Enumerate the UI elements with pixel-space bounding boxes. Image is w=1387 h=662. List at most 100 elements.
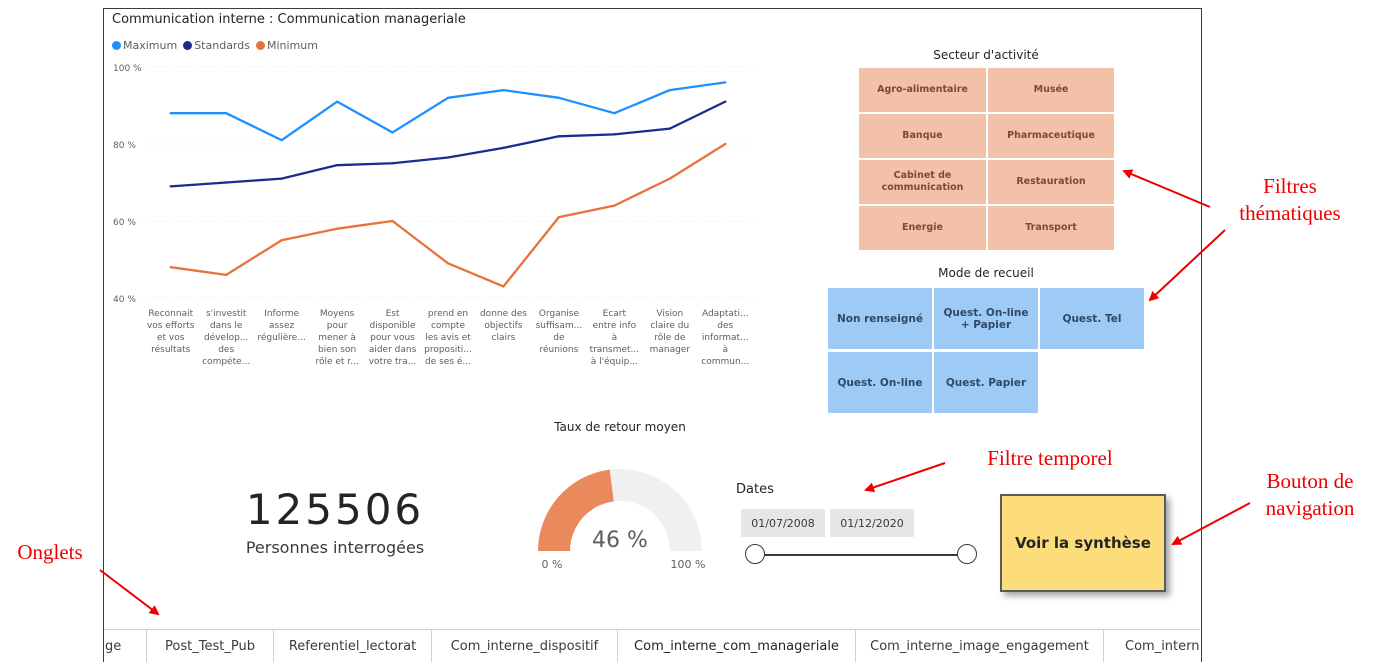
- mode-tile-quest-papier[interactable]: Quest. Papier: [934, 352, 1038, 413]
- data-point-maximum: [724, 81, 727, 84]
- annotation-bouton-navigation: Bouton de navigation: [1235, 468, 1385, 522]
- legend-standards-label: Standards: [194, 39, 250, 52]
- y-tick-label: 100 %: [113, 64, 142, 74]
- x-tick-label: Informe assez régulière...: [257, 309, 306, 343]
- data-point-maximum: [169, 112, 172, 115]
- data-point-minimum: [280, 239, 283, 242]
- date-end-input[interactable]: 01/12/2020: [830, 509, 914, 537]
- tab-com-interne-com-manageriale[interactable]: Com_interne_com_manageriale: [618, 630, 856, 662]
- tab-post-test-pub[interactable]: Post_Test_Pub: [147, 630, 274, 662]
- gauge-title: Taux de retour moyen: [554, 420, 686, 434]
- tab-com-interne-image-engagement[interactable]: Com_interne_image_engagement: [856, 630, 1104, 662]
- chart-legend: Maximum Standards Minimum: [112, 39, 320, 52]
- date-start-input[interactable]: 01/07/2008: [741, 509, 825, 537]
- data-point-maximum: [502, 88, 505, 92]
- data-point-standards: [613, 133, 616, 136]
- secteur-tile-restauration[interactable]: Restauration: [988, 160, 1114, 204]
- x-tick-label: Moyens pour mener à bien son rôle et r...: [315, 309, 358, 367]
- data-point-standards: [557, 135, 561, 138]
- chart-title: Communication interne : Communication ma…: [112, 12, 466, 27]
- data-point-minimum: [668, 177, 672, 180]
- data-point-minimum: [169, 266, 172, 269]
- x-tick-label: s'investit dans le dévelop... des compéte...: [202, 309, 250, 367]
- annotation-filtres-thematiques: Filtres thématiques: [1205, 173, 1375, 227]
- tab-com-interne-dispositif[interactable]: Com_interne_dispositif: [432, 630, 618, 662]
- date-slider-track[interactable]: [755, 554, 967, 556]
- data-point-maximum: [557, 96, 561, 99]
- data-point-standards: [391, 162, 394, 165]
- secteur-tile-energie[interactable]: Energie: [859, 206, 986, 250]
- tab-ge[interactable]: ge: [104, 630, 147, 662]
- legend-maximum-label: Maximum: [123, 39, 178, 52]
- y-tick-label: 40 %: [113, 295, 136, 305]
- kpi-value: 125506: [245, 485, 425, 534]
- data-point-maximum: [446, 96, 450, 99]
- data-point-maximum: [668, 88, 672, 92]
- series-line-standards: [170, 100, 726, 188]
- mode-tile-quest-on-line-papier[interactable]: Quest. On-line + Papier: [934, 288, 1038, 349]
- tab-referentiel-lectorat[interactable]: Referentiel_lectorat: [274, 630, 432, 662]
- data-point-maximum: [391, 131, 394, 134]
- data-point-standards: [280, 177, 283, 180]
- legend-minimum[interactable]: Minimum: [255, 39, 318, 52]
- x-tick-label: Reconnait vos efforts et vos résultats: [147, 309, 195, 355]
- secteur-tile-transport[interactable]: Transport: [988, 206, 1114, 250]
- x-tick-label: prend en compte les avis et propositi... de …: [424, 309, 472, 367]
- legend-maximum[interactable]: Maximum: [112, 39, 177, 52]
- tab-com-interne[interactable]: Com_interne: [1104, 630, 1200, 662]
- data-point-standards: [502, 146, 505, 150]
- data-point-minimum: [224, 273, 228, 277]
- data-point-standards: [224, 181, 228, 184]
- data-point-minimum: [613, 204, 616, 207]
- gauge-chart[interactable]: 46 % 0 % 100 %: [520, 465, 720, 580]
- secteur-tile-mus-e[interactable]: Musée: [988, 68, 1114, 112]
- mode-title: Mode de recueil: [938, 266, 1034, 280]
- annotation-bouton-line2: navigation: [1265, 496, 1355, 520]
- annotation-onglets: Onglets: [17, 540, 83, 564]
- mode-tile-quest-tel[interactable]: Quest. Tel: [1040, 288, 1144, 349]
- legend-minimum-label: Minimum: [266, 39, 318, 52]
- x-tick-label: Est disponible pour vous aider dans votre tr…: [369, 309, 417, 367]
- secteur-tile-agro-alimentaire[interactable]: Agro-alimentaire: [859, 68, 986, 112]
- y-tick-label: 60 %: [113, 218, 136, 228]
- secteur-tile-banque[interactable]: Banque: [859, 114, 986, 158]
- series-line-minimum: [170, 143, 726, 288]
- secteur-tile-pharmaceutique[interactable]: Pharmaceutique: [988, 114, 1114, 158]
- data-point-standards: [668, 127, 672, 130]
- data-point-minimum: [724, 142, 727, 146]
- x-tick-label: Ecart entre info à transmet... à l'équip...: [590, 309, 640, 367]
- x-tick-label: Adaptati... des informat... à commun...: [701, 309, 749, 367]
- data-point-standards: [446, 156, 450, 159]
- legend-standards[interactable]: Standards: [183, 39, 250, 52]
- page-tabs: ge Post_Test_Pub Referentiel_lectorat Co…: [104, 629, 1200, 662]
- y-tick-label: 80 %: [113, 141, 136, 151]
- secteur-title: Secteur d'activité: [933, 48, 1039, 62]
- annotation-filtres-line1: Filtres: [1263, 174, 1317, 198]
- gauge-value-label: 46 %: [592, 528, 648, 553]
- annotation-bouton-line1: Bouton de: [1266, 469, 1354, 493]
- gauge-min-label: 0 %: [542, 558, 563, 571]
- voir-synthese-button[interactable]: Voir la synthèse: [1000, 494, 1166, 592]
- mode-tile-non-renseign-[interactable]: Non renseigné: [828, 288, 932, 349]
- data-point-minimum: [391, 219, 394, 223]
- annotation-filtres-line2: thématiques: [1239, 201, 1341, 225]
- data-point-minimum: [446, 262, 450, 265]
- x-tick-label: Vision claire du rôle de manager: [650, 309, 691, 355]
- data-point-minimum: [502, 285, 505, 288]
- x-tick-label: Organise suffisam... de réunions: [536, 309, 583, 355]
- dates-title: Dates: [736, 482, 774, 497]
- data-point-maximum: [224, 112, 228, 115]
- gauge-max-label: 100 %: [671, 558, 706, 571]
- date-slider-start-handle[interactable]: [745, 544, 765, 564]
- kpi-label: Personnes interrogées: [245, 538, 425, 557]
- data-point-minimum: [335, 227, 339, 230]
- data-point-maximum: [280, 138, 283, 142]
- line-chart[interactable]: 100 % 80 % 60 % 40 % Reconnait vos efforts et …: [103, 55, 763, 385]
- secteur-tile-cabinet-de-communication[interactable]: Cabinet de communication: [859, 160, 986, 204]
- date-slider-end-handle[interactable]: [957, 544, 977, 564]
- data-point-maximum: [613, 112, 616, 115]
- mode-tile-quest-on-line[interactable]: Quest. On-line: [828, 352, 932, 413]
- data-point-standards: [335, 163, 339, 167]
- data-point-minimum: [557, 215, 561, 219]
- data-point-standards: [724, 100, 727, 103]
